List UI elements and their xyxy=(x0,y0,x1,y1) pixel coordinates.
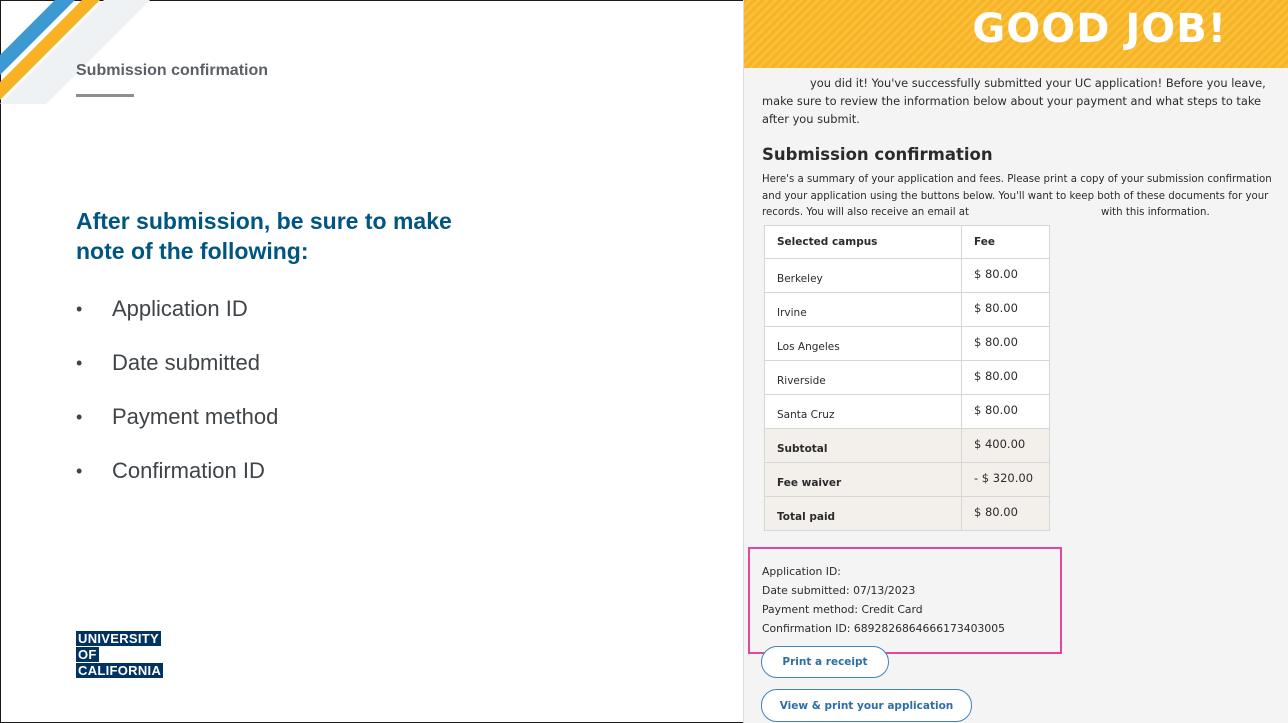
panel-subheading: Submission confirmation xyxy=(762,145,993,164)
bullet-dot: • xyxy=(76,352,83,373)
bullet-item: • Date submitted xyxy=(76,336,278,390)
summary-text: Here's a summary of your application and… xyxy=(762,172,1284,222)
table-row: Santa Cruz $ 80.00 xyxy=(764,394,1050,429)
bullet-dot: • xyxy=(76,298,83,319)
summary-fee-cell: $ 400.00 xyxy=(961,428,1050,463)
summary-label-cell: Total paid xyxy=(764,496,962,531)
logo-line: UNIVERSITY xyxy=(76,631,162,646)
application-id-line: Application ID: xyxy=(762,565,841,578)
table-row: Riverside $ 80.00 xyxy=(764,360,1050,395)
bullet-list: • Application ID • Date submitted • Payment… xyxy=(76,282,278,498)
view-print-application-button[interactable]: View & print your application xyxy=(761,689,972,722)
campus-cell: Irvine xyxy=(764,292,962,327)
title-underline xyxy=(76,94,134,97)
bullet-item: • Confirmation ID xyxy=(76,444,278,498)
application-id-details: Application ID: Date submitted: 07/13/20… xyxy=(762,562,1005,638)
bullet-dot: • xyxy=(76,460,83,481)
bullet-label: Confirmation ID xyxy=(112,458,265,483)
slide-heading: After submission, be sure to make note o… xyxy=(76,208,452,264)
campus-cell: Santa Cruz xyxy=(764,394,962,429)
summary-fee-cell: - $ 320.00 xyxy=(961,462,1050,497)
confirmation-id-line: Confirmation ID: 6892826864666173403005 xyxy=(762,622,1005,635)
fee-cell: $ 80.00 xyxy=(961,360,1050,395)
print-receipt-button[interactable]: Print a receipt xyxy=(761,646,889,678)
summary-label-cell: Subtotal xyxy=(764,428,962,463)
fee-cell: $ 80.00 xyxy=(961,292,1050,327)
campus-cell: Riverside xyxy=(764,360,962,395)
summary-fee-cell: $ 80.00 xyxy=(961,496,1050,531)
fee-table: Selected campus Fee Berkeley $ 80.00 Irvi… xyxy=(764,225,1050,531)
campus-cell: Berkeley xyxy=(764,258,962,293)
bullet-dot: • xyxy=(76,406,83,427)
summary-label-cell: Fee waiver xyxy=(764,462,962,497)
subtotal-row: Subtotal $ 400.00 xyxy=(764,428,1050,463)
fee-cell: $ 80.00 xyxy=(961,326,1050,361)
table-row: Irvine $ 80.00 xyxy=(764,292,1050,327)
bullet-label: Date submitted xyxy=(112,350,260,375)
banner-text: GOOD JOB! xyxy=(972,6,1227,52)
table-row: Berkeley $ 80.00 xyxy=(764,258,1050,293)
fee-cell: $ 80.00 xyxy=(961,258,1050,293)
summary-text-after: with this information. xyxy=(1101,207,1210,218)
fee-waiver-row: Fee waiver - $ 320.00 xyxy=(764,462,1050,497)
logo-line: CALIFORNIA xyxy=(76,663,164,678)
bullet-label: Application ID xyxy=(112,296,248,321)
table-row: Los Angeles $ 80.00 xyxy=(764,326,1050,361)
bullet-label: Payment method xyxy=(112,404,279,429)
table-header-campus: Selected campus xyxy=(764,225,962,259)
university-of-california-logo: UNIVERSITY OF CALIFORNIA xyxy=(76,631,164,678)
intro-text: you did it! You've successfully submitte… xyxy=(762,76,1266,126)
total-paid-row: Total paid $ 80.00 xyxy=(764,496,1050,531)
campus-cell: Los Angeles xyxy=(764,326,962,361)
table-header-fee: Fee xyxy=(961,225,1050,259)
date-submitted-line: Date submitted: 07/13/2023 xyxy=(762,584,916,597)
bullet-item: • Application ID xyxy=(76,282,278,336)
good-job-banner: GOOD JOB! xyxy=(744,0,1288,68)
payment-method-line: Payment method: Credit Card xyxy=(762,603,923,616)
table-header-row: Selected campus Fee xyxy=(764,225,1050,259)
logo-line: OF xyxy=(76,647,99,662)
bullet-item: • Payment method xyxy=(76,390,278,444)
slide-section-title: Submission confirmation xyxy=(76,62,269,79)
fee-cell: $ 80.00 xyxy=(961,394,1050,429)
